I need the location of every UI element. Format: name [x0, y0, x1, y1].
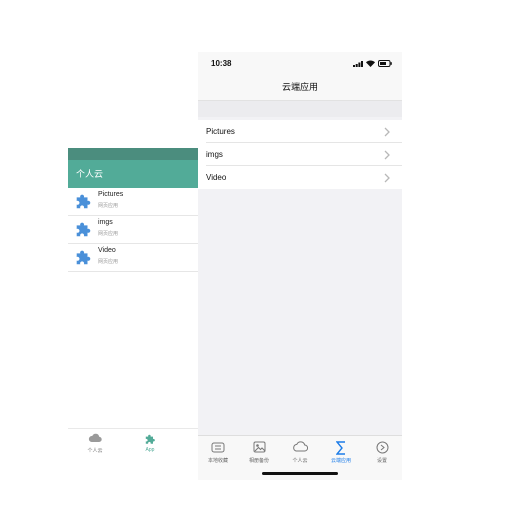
- cloud-icon: [293, 441, 308, 452]
- tab-label: 相册备份: [248, 458, 269, 464]
- left-list-item-pictures[interactable]: Pictures 网页应用: [68, 188, 198, 216]
- tab-personal-cloud[interactable]: 个人云: [280, 441, 320, 464]
- left-header-title: 个人云: [68, 160, 198, 188]
- puzzle-icon: [76, 194, 91, 209]
- app-list: Pictures imgs Video: [198, 120, 402, 189]
- cloud-icon: [88, 433, 102, 443]
- left-tab-app[interactable]: App: [130, 433, 170, 453]
- list-item-video[interactable]: Video: [198, 166, 402, 189]
- home-indicator: [262, 472, 338, 475]
- tab-bar: 本地收藏 相册备份 个人云 云端应用 设置: [198, 435, 402, 480]
- left-item-sub: 网页应用: [98, 203, 119, 209]
- tab-label: 本地收藏: [207, 458, 228, 464]
- list-item-label: imgs: [206, 150, 223, 159]
- tab-cloud-apps[interactable]: 云端应用: [321, 441, 361, 464]
- battery-icon: [378, 60, 392, 67]
- left-list-item-imgs[interactable]: imgs 网页应用: [68, 216, 198, 244]
- status-bar: 10:38: [198, 52, 402, 76]
- chevron-right-icon: [384, 150, 390, 160]
- left-item-sub: 网页应用: [98, 231, 119, 237]
- tab-settings[interactable]: 设置: [362, 441, 402, 464]
- photo-backup-icon: [253, 441, 265, 453]
- section-spacer: [198, 101, 402, 117]
- tab-label: 云端应用: [330, 458, 351, 464]
- list-item-label: Video: [206, 173, 227, 182]
- status-time: 10:38: [211, 59, 232, 68]
- chevron-right-icon: [384, 173, 390, 183]
- left-item-label: imgs: [98, 219, 113, 226]
- list-item-imgs[interactable]: imgs: [198, 143, 402, 166]
- left-item-label: Pictures: [98, 191, 124, 198]
- left-tab-bar: 个人云 App: [68, 428, 198, 459]
- sigma-icon: [336, 441, 345, 455]
- chevron-right-icon: [384, 127, 390, 137]
- settings-icon: [376, 441, 388, 454]
- local-collection-icon: [211, 442, 225, 453]
- list-item-label: Pictures: [206, 127, 235, 136]
- wifi-icon: [366, 60, 375, 67]
- list-item-pictures[interactable]: Pictures: [198, 120, 402, 143]
- tab-label: 个人云: [292, 458, 308, 464]
- puzzle-icon: [145, 434, 155, 444]
- left-tab-label: App: [145, 447, 155, 453]
- left-tab-label: 个人云: [87, 448, 103, 454]
- phone-screen: 10:38 云端应用 Pictures imgs Video 本地收藏 相册备份…: [198, 52, 402, 480]
- tab-label: 设置: [376, 458, 387, 464]
- left-panel: 个人云 Pictures 网页应用 imgs 网页应用 Video 网页应用 个…: [68, 148, 198, 459]
- tab-photo-backup[interactable]: 相册备份: [239, 441, 279, 464]
- left-item-label: Video: [98, 247, 116, 254]
- tab-local-collection[interactable]: 本地收藏: [198, 441, 238, 464]
- left-list-item-video[interactable]: Video 网页应用: [68, 244, 198, 272]
- signal-icon: [353, 60, 363, 67]
- left-status-strip: [68, 148, 198, 160]
- nav-title: 云端应用: [198, 76, 402, 101]
- puzzle-icon: [76, 250, 91, 265]
- left-tab-personal-cloud[interactable]: 个人云: [75, 433, 115, 454]
- left-item-sub: 网页应用: [98, 259, 119, 265]
- status-icons: [353, 60, 392, 67]
- puzzle-icon: [76, 222, 91, 237]
